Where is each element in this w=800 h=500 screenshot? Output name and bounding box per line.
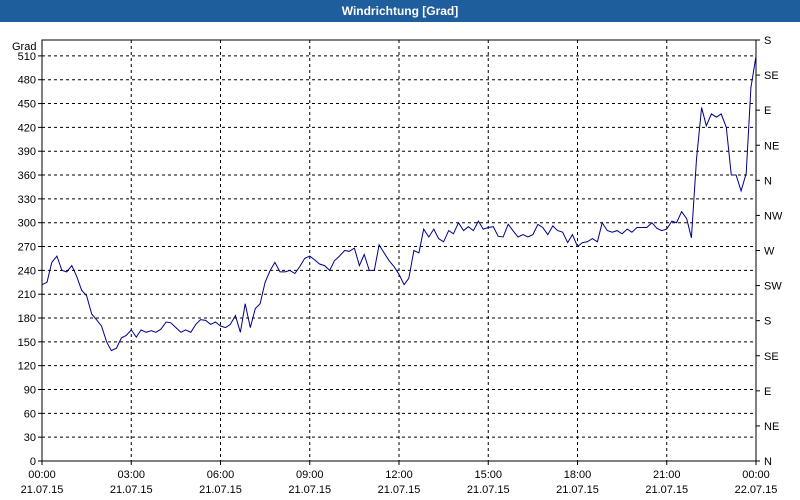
right-tick-label: W — [764, 246, 775, 258]
x-tick-date: 21.07.15 — [21, 484, 64, 496]
right-tick-label: S — [764, 316, 771, 328]
right-tick-label: NW — [764, 210, 783, 222]
right-tick-label: NE — [764, 421, 779, 433]
y-tick-label: 30 — [24, 432, 36, 444]
x-tick-time: 09:00 — [296, 469, 324, 481]
y-tick-label: 420 — [18, 122, 36, 134]
y-tick-label: 450 — [18, 99, 36, 111]
x-tick-date: 21.07.15 — [645, 484, 688, 496]
x-tick-time: 00:00 — [742, 469, 770, 481]
y-tick-labels: 0 30 60 90 120 150 180 210 240 270 300 330 360 390 420… — [18, 51, 36, 468]
right-tick-label: NE — [764, 140, 779, 152]
y-tick-label: 360 — [18, 170, 36, 182]
right-tick-label: SW — [764, 281, 782, 293]
y-tick-label: 210 — [18, 289, 36, 301]
y-tick-label: 120 — [18, 361, 36, 373]
right-tick-label: N — [764, 175, 772, 187]
y-tick-label: 90 — [24, 385, 36, 397]
right-tick-label: N — [764, 456, 772, 468]
x-tick-time: 15:00 — [474, 469, 502, 481]
wind-direction-chart: Grad 03060901201501802102402703003303603… — [12, 35, 783, 496]
x-tick-date: 21.07.15 — [378, 484, 421, 496]
right-tick-label: S — [764, 35, 771, 47]
x-tick-time: 03:00 — [117, 469, 145, 481]
y-tick-label: 300 — [18, 218, 36, 230]
y-tick-label: 0 — [30, 456, 36, 468]
x-tick-date: 21.07.15 — [556, 484, 599, 496]
right-tick-label: SE — [764, 70, 779, 82]
x-tick-time: 21:00 — [653, 469, 681, 481]
x-tick-labels: 00:00 21.07.15 03:00 21.07.15 06:00 21.07.15 0… — [21, 469, 778, 496]
right-tick-label: E — [764, 386, 771, 398]
x-tick-time: 00:00 — [28, 469, 56, 481]
y-tick-label: 390 — [18, 146, 36, 158]
x-tick-date: 21.07.15 — [110, 484, 153, 496]
right-tick-label: SE — [764, 351, 779, 363]
y-tick-label: 150 — [18, 337, 36, 349]
x-tick-time: 12:00 — [385, 469, 413, 481]
y-tick-label: 240 — [18, 265, 36, 277]
y-tick-label: 270 — [18, 242, 36, 254]
x-tick-date: 22.07.15 — [735, 484, 778, 496]
x-tick-date: 21.07.15 — [288, 484, 331, 496]
chart-title: Windrichtung [Grad] — [0, 0, 800, 22]
y-tick-label: 480 — [18, 75, 36, 87]
x-tick-time: 06:00 — [207, 469, 235, 481]
y-tick-label: 60 — [24, 408, 36, 420]
x-tick-time: 18:00 — [564, 469, 592, 481]
x-tick-date: 21.07.15 — [199, 484, 242, 496]
y-tick-label: 330 — [18, 194, 36, 206]
y-tick-label: 510 — [18, 51, 36, 63]
x-tick-date: 21.07.15 — [467, 484, 510, 496]
right-tick-labels: N NE E SE S SW W NW N NE E SE S — [764, 35, 783, 468]
y-tick-label: 180 — [18, 313, 36, 325]
right-tick-label: E — [764, 105, 771, 117]
